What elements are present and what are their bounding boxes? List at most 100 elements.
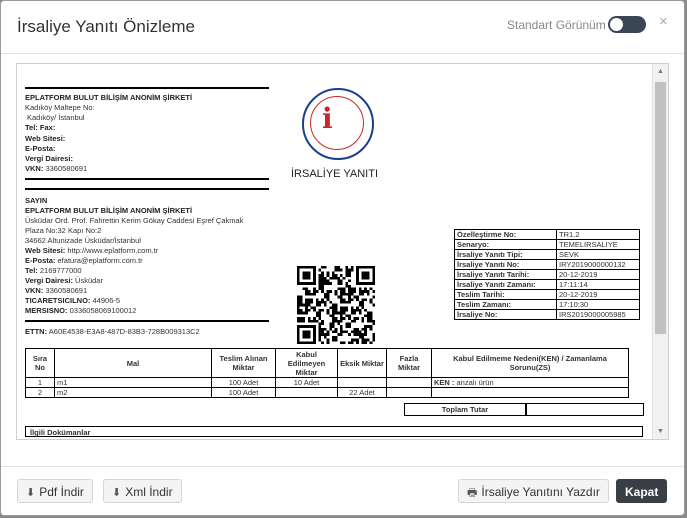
total-label: Toplam Tutar — [404, 403, 526, 416]
seal-glyph: i — [322, 102, 333, 135]
sender-address-line1: Kadıköy Maltepe No: — [25, 103, 95, 112]
divider — [25, 87, 269, 89]
receiver-web-value: http://www.eplatform.com.tr — [67, 246, 159, 255]
info-key: İrsaliye Yanıtı Zamanı: — [454, 279, 557, 290]
scrollbar-thumb[interactable] — [655, 82, 666, 334]
receiver-web: Web Sitesi: http://www.eplatform.com.tr — [25, 246, 158, 256]
print-button[interactable]: 🖶 İrsaliye Yanıtını Yazdır — [458, 479, 609, 503]
cell-received: 100 Adet — [211, 387, 276, 398]
close-button[interactable]: Kapat — [616, 479, 668, 503]
receiver-tax-office-value: Üsküdar — [75, 276, 103, 285]
info-row: Senaryo: TEMELIRSALIYE — [454, 239, 640, 250]
cell-no: 2 — [25, 387, 55, 398]
sender-name: EPLATFORM BULUT BİLİŞİM ANONİM ŞİRKETİ — [25, 93, 193, 102]
preview-modal: İrsaliye Yanıtı Önizleme Standart Görünü… — [0, 0, 685, 516]
info-row: Özelleştirme No: TR1.2 — [454, 229, 640, 240]
col-header: Eksik Miktar — [337, 348, 387, 378]
divider — [25, 188, 269, 190]
receiver-name: EPLATFORM BULUT BİLİŞİM ANONİM ŞİRKETİ — [25, 206, 193, 215]
document-info-table: Özelleştirme No: TR1.2 Senaryo: TEMELIRSALI… — [454, 229, 640, 320]
receiver-trade-reg: TICARETSICILNO: 44906-5 — [25, 296, 120, 306]
reason-label: KEN : — [434, 378, 455, 387]
info-row: İrsaliye Yanıtı Zamanı: 17:11:14 — [454, 279, 640, 290]
document-viewer[interactable]: EPLATFORM BULUT BİLİŞİM ANONİM ŞİRKETİ K… — [16, 63, 669, 440]
info-row: Teslim Tarihi: 20-12-2019 — [454, 289, 640, 300]
cell-missing: 22 Adet — [337, 387, 387, 398]
standard-view-toggle[interactable] — [608, 16, 646, 33]
ettn: ETTN: A60E4538-E3A8-487D-83B3-728B009313… — [25, 327, 200, 337]
receiver-tel: Tel: 2169777000 — [25, 266, 82, 276]
receiver-vkn: VKN: 3360580691 — [25, 286, 87, 296]
receiver-tax-office: Vergi Dairesi: Üsküdar — [25, 276, 103, 286]
receiver-address-line3: 34662 Altunizade Üsküdar/İstanbul — [25, 236, 141, 245]
receiver-mersis: MERSISNO: 0336058069100012 — [25, 306, 136, 316]
download-icon: ⬇ — [26, 487, 36, 499]
info-key: Özelleştirme No: — [454, 229, 557, 240]
sender-web-label: Web Sitesi: — [25, 134, 66, 143]
sender-address-line2: Kadıköy/ İstanbul — [27, 113, 85, 122]
info-row: İrsaliye Yanıtı Tarihi: 20-12-2019 — [454, 269, 640, 280]
col-header: Sıra No — [25, 348, 55, 378]
seal-ring — [310, 96, 364, 150]
info-value: 20-12-2019 — [556, 289, 640, 300]
cell-missing — [337, 377, 387, 388]
info-key: İrsaliye Yanıtı Tarihi: — [454, 269, 557, 280]
col-header: Kabul Edilmeyen Miktar — [275, 348, 338, 378]
info-value: IRY2019000000132 — [556, 259, 640, 270]
cell-excess — [386, 377, 432, 388]
receiver-web-label: Web Sitesi: — [25, 246, 66, 255]
modal-header: İrsaliye Yanıtı Önizleme Standart Görünü… — [1, 1, 684, 54]
receiver-tax-office-label: Vergi Dairesi: — [25, 276, 73, 285]
info-key: İrsaliye Yanıtı Tipi: — [454, 249, 557, 260]
modal-footer: ⬇ Pdf İndir ⬇ Xml İndir 🖶 İrsaliye Yanıtını… — [1, 466, 684, 515]
cell-rejected — [275, 387, 338, 398]
xml-download-button[interactable]: ⬇ Xml İndir — [103, 479, 182, 503]
modal-title: İrsaliye Yanıtı Önizleme — [17, 17, 195, 36]
cell-reason: KEN : anzalı ürün — [431, 377, 629, 388]
info-value: 17:10:30 — [556, 299, 640, 310]
sender-vkn-label: VKN: — [25, 164, 44, 173]
col-header: Kabul Edilmeme Nedeni(KEN) / Zamanlama S… — [431, 348, 629, 378]
info-value: TR1.2 — [556, 229, 640, 240]
receiver-email-label: E-Posta: — [25, 256, 56, 265]
scroll-down-icon[interactable]: ▼ — [657, 428, 664, 435]
divider — [25, 320, 269, 322]
pdf-download-label: Pdf İndir — [39, 485, 84, 499]
info-key: Senaryo: — [454, 239, 557, 250]
cell-reason — [431, 387, 629, 398]
download-icon: ⬇ — [112, 487, 122, 499]
receiver-trade-reg-label: TICARETSICILNO: — [25, 296, 91, 305]
receiver-trade-reg-value: 44906-5 — [92, 296, 121, 305]
info-key: İrsaliye Yanıtı No: — [454, 259, 557, 270]
vertical-scrollbar[interactable]: ▲ ▼ — [652, 64, 668, 439]
info-value: SEVK — [556, 249, 640, 260]
cell-item: m1 — [54, 377, 212, 388]
info-key: Teslim Zamanı: — [454, 299, 557, 310]
sender-vkn: VKN: 3360580691 — [25, 164, 87, 174]
qr-code — [297, 266, 375, 344]
info-value: TEMELIRSALIYE — [556, 239, 640, 250]
close-icon[interactable]: × — [659, 13, 668, 30]
info-row: İrsaliye No: IRS2019000005985 — [454, 309, 640, 320]
related-documents: İlgili Dokümanlar — [25, 426, 643, 437]
cell-rejected: 10 Adet — [275, 377, 338, 388]
col-header: Teslim Alınan Miktar — [211, 348, 276, 378]
receiver-tel-value: 2169777000 — [39, 266, 82, 275]
table-row: 1 m1 100 Adet 10 Adet KEN : anzalı ürün — [25, 377, 629, 388]
receiver-tel-label: Tel: — [25, 266, 38, 275]
sender-tax-office-label: Vergi Dairesi: — [25, 154, 73, 163]
table-row: 2 m2 100 Adet 22 Adet — [25, 387, 629, 398]
pdf-download-button[interactable]: ⬇ Pdf İndir — [17, 479, 93, 503]
scroll-up-icon[interactable]: ▲ — [657, 68, 664, 75]
cell-no: 1 — [25, 377, 55, 388]
info-value: IRS2019000005985 — [556, 309, 640, 320]
printer-icon: 🖶 — [467, 487, 478, 499]
receiver-address-line2: Plaza No:32 Kapı No:2 — [25, 226, 102, 235]
reason-value: anzalı ürün — [456, 378, 494, 387]
receiver-email-value: efatura@eplatform.com.tr — [57, 256, 143, 265]
col-header: Mal — [54, 348, 212, 378]
sender-email-label: E-Posta: — [25, 144, 56, 153]
document-title: İRSALİYE YANITI — [291, 168, 379, 180]
sender-vkn-value: 3360580691 — [45, 164, 88, 173]
info-key: İrsaliye No: — [454, 309, 557, 320]
